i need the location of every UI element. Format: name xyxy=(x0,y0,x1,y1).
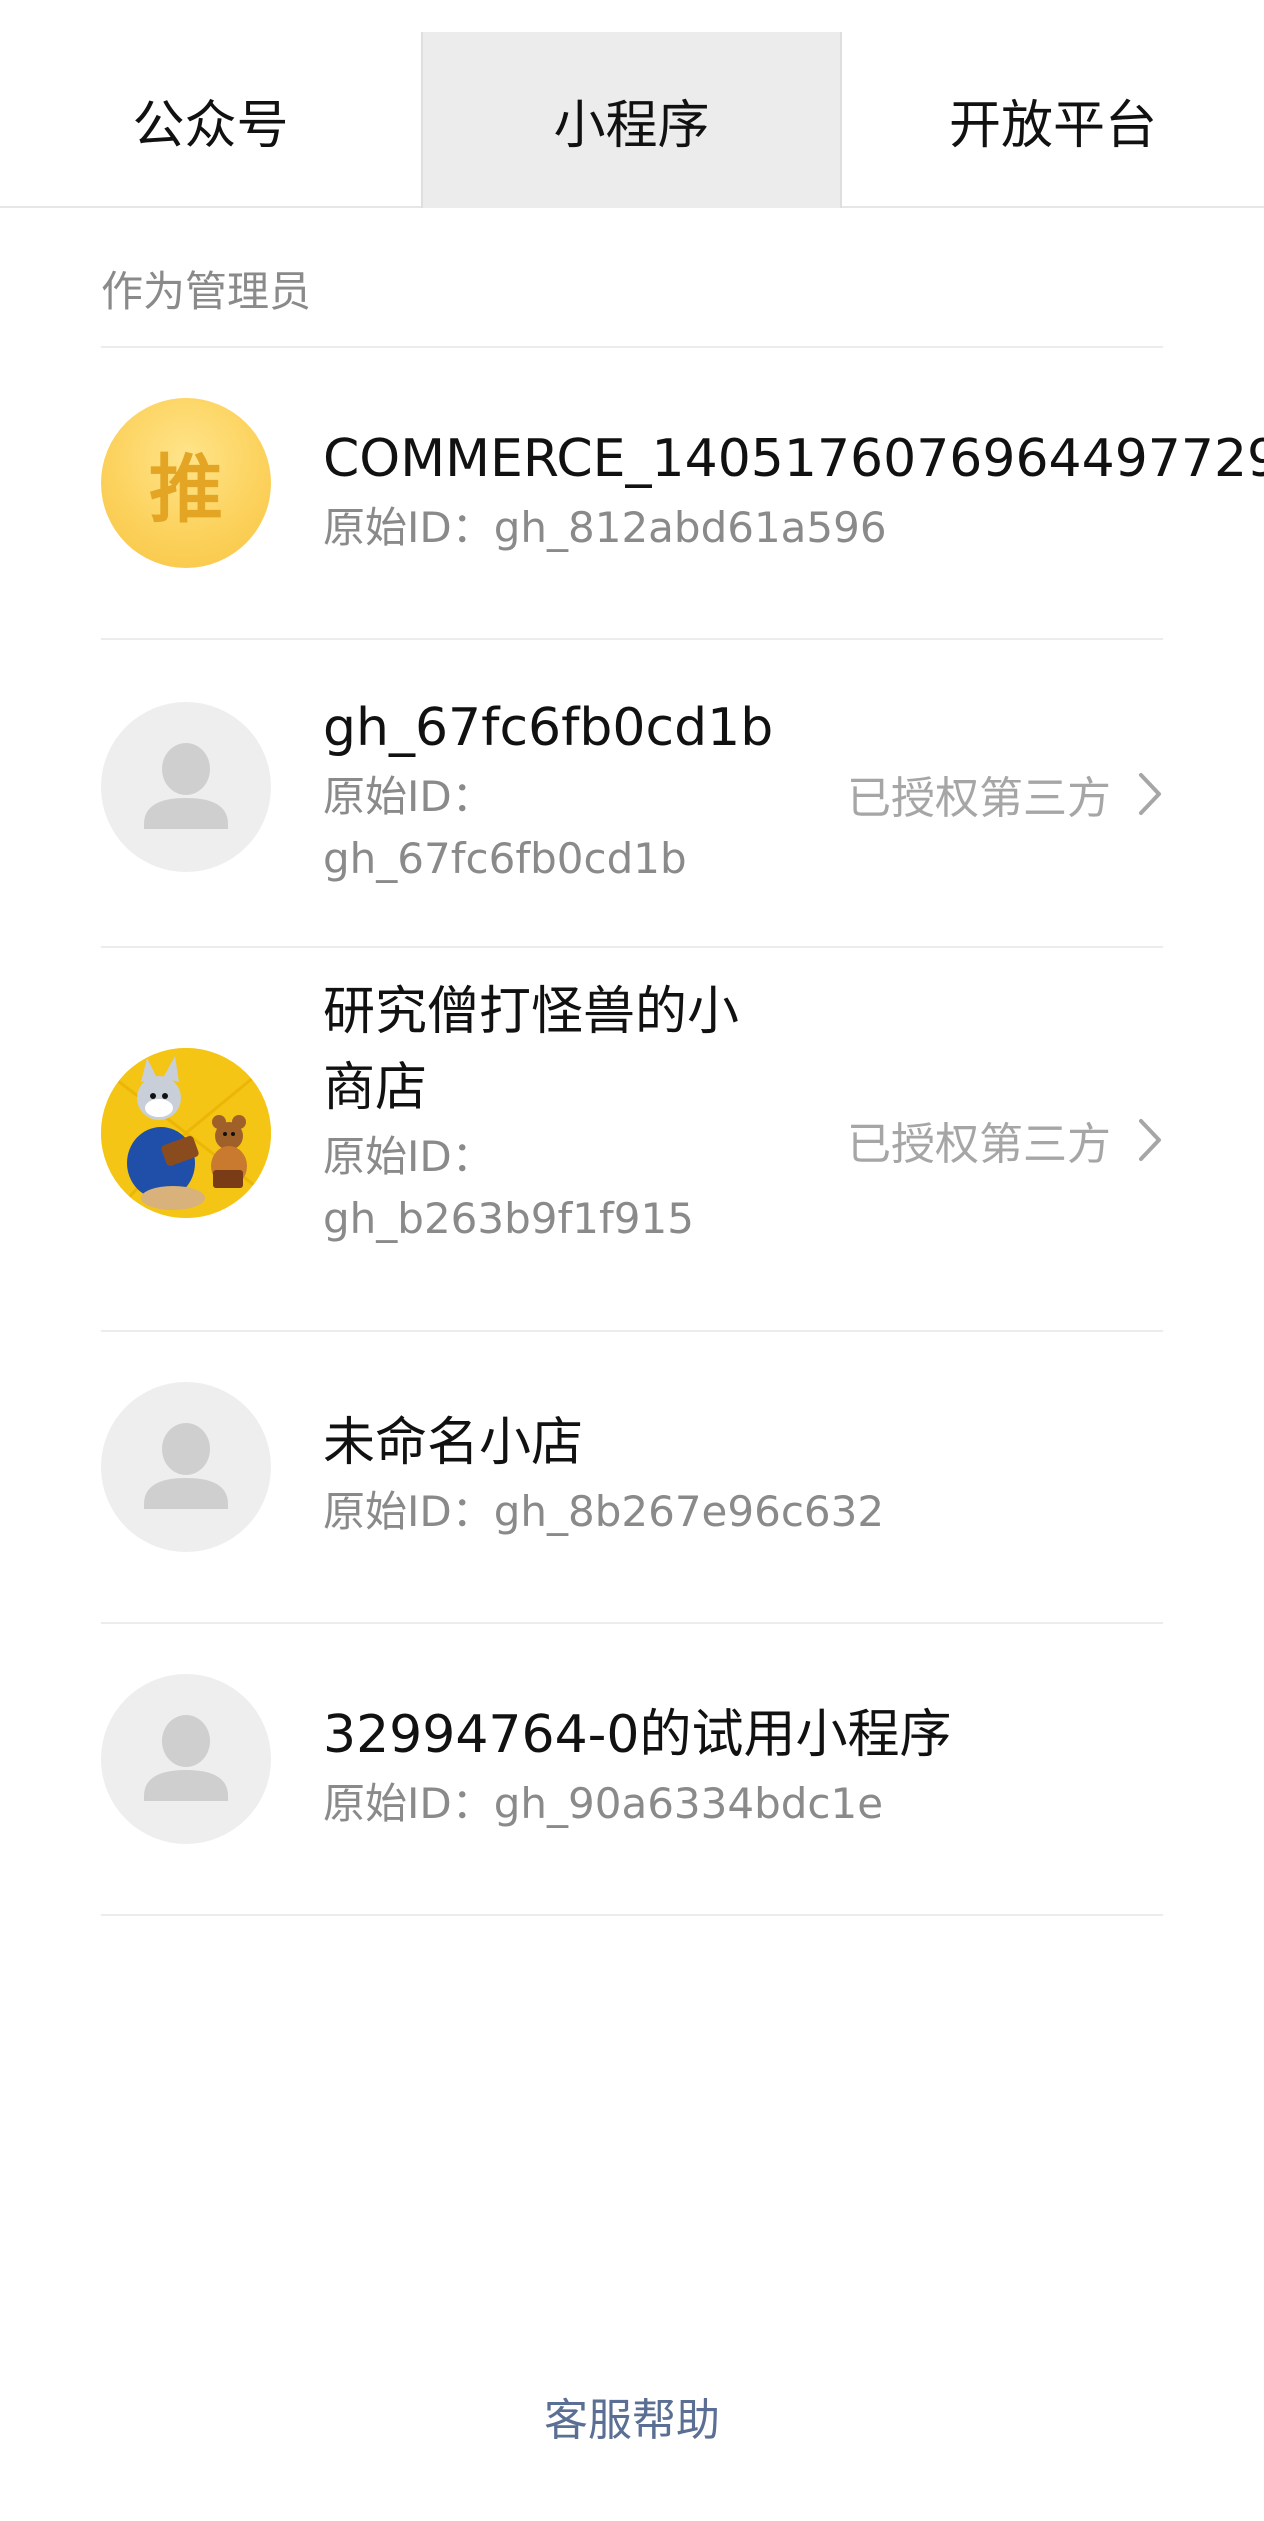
customer-service-help-link[interactable]: 客服帮助 xyxy=(0,2384,1264,2448)
list-item[interactable]: 推 COMMERCE_1405176076964497729 原始ID：gh_8… xyxy=(0,348,1264,640)
authorized-status[interactable]: 已授权第三方 xyxy=(847,762,1163,826)
original-id-label: 原始ID： xyxy=(323,772,494,821)
divider xyxy=(101,1914,1163,1916)
item-original-id: 原始ID： gh_b263b9f1f915 xyxy=(323,1126,763,1250)
item-info: gh_67fc6fb0cd1b 原始ID： gh_67fc6fb0cd1b xyxy=(323,690,773,890)
original-id-label: 原始ID： xyxy=(323,1779,494,1828)
original-id-value: gh_8b267e96c632 xyxy=(493,1487,885,1536)
user-placeholder-icon xyxy=(101,1382,271,1552)
item-original-id: 原始ID：gh_90a6334bdc1e xyxy=(323,1773,952,1835)
authorized-status[interactable]: 已授权第三方 xyxy=(847,1108,1163,1172)
item-info: COMMERCE_1405176076964497729 原始ID：gh_812… xyxy=(323,421,1264,559)
tab-mini-program[interactable]: 小程序 xyxy=(421,32,842,208)
original-id-value: gh_90a6334bdc1e xyxy=(493,1779,884,1828)
item-original-id: 原始ID： gh_67fc6fb0cd1b xyxy=(323,766,773,890)
user-placeholder-icon xyxy=(101,702,271,872)
tab-bar: 公众号 小程序 开放平台 xyxy=(0,32,1264,208)
mini-program-list: 推 COMMERCE_1405176076964497729 原始ID：gh_8… xyxy=(0,348,1264,1916)
list-item[interactable]: 32994764-0的试用小程序 原始ID：gh_90a6334bdc1e xyxy=(0,1624,1264,1916)
original-id-label: 原始ID： xyxy=(323,1132,494,1181)
authorized-label: 已授权第三方 xyxy=(847,773,1111,824)
item-original-id: 原始ID：gh_812abd61a596 xyxy=(323,497,1264,559)
original-id-value: gh_b263b9f1f915 xyxy=(323,1194,694,1243)
item-name: 未命名小店 xyxy=(323,1413,584,1473)
chevron-right-icon xyxy=(1139,773,1161,815)
item-info: 研究僧打怪兽的小商店 原始ID： gh_b263b9f1f915 xyxy=(323,974,763,1250)
tab-open-platform[interactable]: 开放平台 xyxy=(842,32,1264,208)
recommend-avatar-text: 推 xyxy=(149,446,223,533)
item-original-id: 原始ID：gh_8b267e96c632 xyxy=(323,1481,884,1543)
item-info: 32994764-0的试用小程序 原始ID：gh_90a6334bdc1e xyxy=(323,1697,952,1835)
item-name: COMMERCE_1405176076964497729 xyxy=(323,429,1264,489)
list-item[interactable]: 研究僧打怪兽的小商店 原始ID： gh_b263b9f1f915 已授权第三方 xyxy=(0,948,1264,1332)
section-title: 作为管理员 xyxy=(101,267,312,316)
list-item[interactable]: 未命名小店 原始ID：gh_8b267e96c632 xyxy=(0,1332,1264,1624)
authorized-label: 已授权第三方 xyxy=(847,1119,1111,1170)
original-id-value: gh_67fc6fb0cd1b xyxy=(323,834,687,883)
original-id-value: gh_812abd61a596 xyxy=(493,503,887,552)
item-name: 研究僧打怪兽的小商店 xyxy=(323,982,740,1118)
tab-official-account[interactable]: 公众号 xyxy=(0,32,421,208)
original-id-label: 原始ID： xyxy=(323,1487,494,1536)
item-info: 未命名小店 原始ID：gh_8b267e96c632 xyxy=(323,1405,884,1543)
item-name: gh_67fc6fb0cd1b xyxy=(323,698,774,758)
list-item[interactable]: gh_67fc6fb0cd1b 原始ID： gh_67fc6fb0cd1b 已授… xyxy=(0,640,1264,948)
user-placeholder-icon xyxy=(101,1674,271,1844)
item-name: 32994764-0的试用小程序 xyxy=(323,1705,952,1765)
recommend-avatar: 推 xyxy=(101,398,271,568)
cartoon-avatar xyxy=(101,1048,271,1218)
chevron-right-icon xyxy=(1139,1119,1161,1161)
original-id-label: 原始ID： xyxy=(323,503,494,552)
